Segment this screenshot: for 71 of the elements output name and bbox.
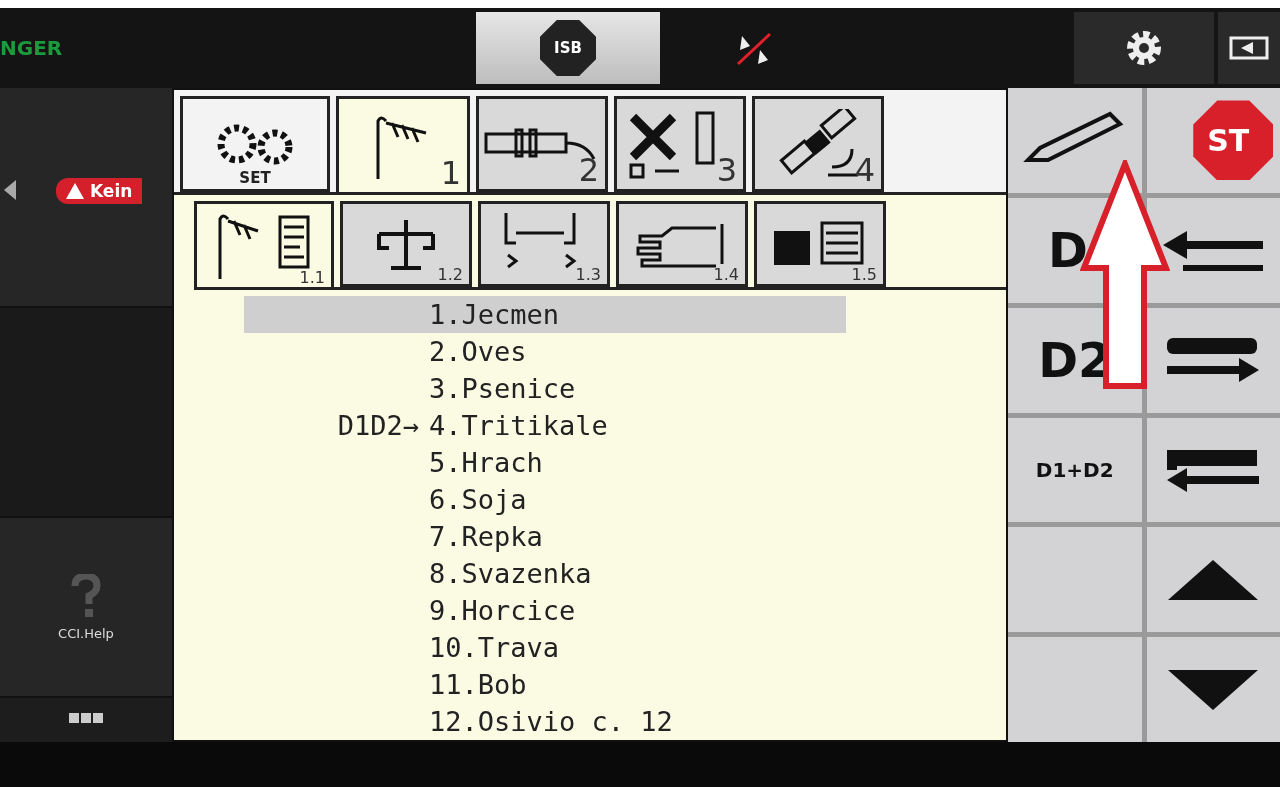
soft-key[interactable] <box>1146 197 1280 303</box>
tab[interactable]: 1 <box>336 96 470 192</box>
isb-button[interactable]: ISB <box>476 12 660 84</box>
crop-name: 7.Repka <box>429 521 543 552</box>
brand-text: NGER <box>0 36 64 60</box>
up-triangle-icon <box>1168 559 1259 600</box>
crop-row[interactable]: D1D2→ 4.Tritikale <box>244 407 846 444</box>
down-triangle-icon <box>1168 669 1259 710</box>
soft-key[interactable] <box>1146 527 1280 633</box>
crop-row[interactable]: 8.Svazenka <box>244 555 846 592</box>
tab-label: SET <box>238 169 272 187</box>
tab-number: 1.1 <box>299 268 325 287</box>
crop-name: 10.Trava <box>429 632 560 663</box>
crop-row[interactable]: 3.Psenice <box>244 370 846 407</box>
stop-sign-icon: ST <box>1193 100 1274 181</box>
app-tile[interactable]: Kein <box>0 88 172 308</box>
tab-number: 1.3 <box>575 265 601 284</box>
tab-number: 2 <box>578 151 599 189</box>
settings-icon <box>1124 28 1164 68</box>
crop-name: 6.Soja <box>429 484 527 515</box>
tab[interactable]: 1.1 <box>194 201 334 287</box>
crop-name: 2.Oves <box>429 336 527 367</box>
crop-row[interactable]: 9.Horcice <box>244 592 846 629</box>
crop-name: 12.Osivio c. 12 <box>429 706 673 737</box>
tab-number: 1.2 <box>437 265 463 284</box>
crop-name: 9.Horcice <box>429 595 576 626</box>
row-marker: D1D2→ <box>337 410 419 441</box>
tab[interactable]: 1.4 <box>616 201 748 287</box>
soft-key[interactable]: ST <box>1146 88 1280 193</box>
back-button[interactable] <box>1218 12 1280 84</box>
tab[interactable]: 3 <box>614 96 746 192</box>
isb-sign-icon: ISB <box>540 20 596 76</box>
tab-number: 3 <box>716 151 737 189</box>
soft-key[interactable] <box>1146 637 1280 742</box>
soft-key[interactable] <box>1008 88 1142 193</box>
tab[interactable]: 1.3 <box>478 201 610 287</box>
tab[interactable]: SET <box>180 96 330 192</box>
crop-row[interactable]: 12.Osivio c. 12 <box>244 703 846 740</box>
tab[interactable]: 1.2 <box>340 201 472 287</box>
help-label: CCI.Help <box>58 625 114 641</box>
crop-row[interactable]: 6.Soja <box>244 481 846 518</box>
crop-name: 8.Svazenka <box>429 558 592 589</box>
tab-number: 1.4 <box>713 265 739 284</box>
alert-text: Kein <box>90 181 133 201</box>
tab-number: 1 <box>440 154 461 192</box>
crossed-connector-icon <box>734 30 774 66</box>
crop-name: 3.Psenice <box>429 373 576 404</box>
crop-row[interactable]: 11.Bob <box>244 666 846 703</box>
question-mark-icon <box>71 573 101 618</box>
more-icon[interactable] <box>69 713 103 723</box>
soft-key[interactable]: D1+D2 <box>1008 417 1142 523</box>
tab-number: 1.5 <box>851 265 877 284</box>
crop-name: 5.Hrach <box>429 447 543 478</box>
tab[interactable]: 4 <box>752 96 884 192</box>
crop-name: 4.Tritikale <box>429 410 608 441</box>
tab[interactable]: 2 <box>476 96 608 192</box>
soft-key[interactable] <box>1146 307 1280 413</box>
left-triangle-icon <box>4 180 16 200</box>
soft-key[interactable] <box>1146 417 1280 523</box>
crop-name: 1.Jecmen <box>429 299 560 330</box>
crop-row[interactable]: 10.Trava <box>244 629 846 666</box>
crop-row[interactable]: 2.Oves <box>244 333 846 370</box>
tab[interactable]: 1.5 <box>754 201 886 287</box>
tab-number: 4 <box>854 151 875 189</box>
crop-row[interactable]: 7.Repka <box>244 518 846 555</box>
settings-button[interactable] <box>1074 12 1214 84</box>
help-tile[interactable]: CCI.Help <box>0 518 172 698</box>
crop-row[interactable]: 5.Hrach <box>244 444 846 481</box>
crop-row[interactable]: 1.Jecmen <box>244 296 846 333</box>
crop-name: 11.Bob <box>429 669 527 700</box>
warning-icon <box>66 183 84 199</box>
